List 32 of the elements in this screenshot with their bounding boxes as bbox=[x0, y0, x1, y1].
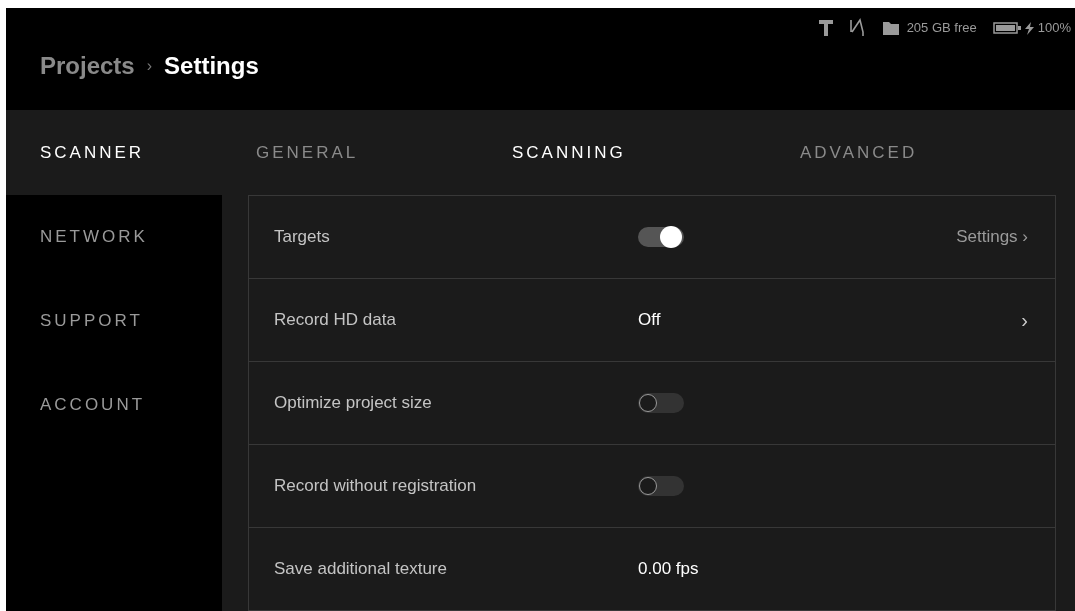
breadcrumb-link[interactable]: Projects bbox=[40, 48, 135, 84]
toggle-switch[interactable] bbox=[638, 393, 684, 413]
battery-icon bbox=[992, 22, 1021, 34]
sidebar-item[interactable]: SUPPORT bbox=[6, 279, 222, 363]
settings-row[interactable]: Record HD data Off › bbox=[249, 279, 1055, 362]
settings-row[interactable]: Record without registration bbox=[249, 445, 1055, 528]
sidebar-item[interactable]: NETWORK bbox=[6, 195, 222, 279]
setting-label: Record without registration bbox=[273, 475, 478, 498]
settings-row[interactable]: Save additional texture 0.00 fps bbox=[249, 528, 1055, 611]
settings-link[interactable]: Settings › bbox=[956, 224, 1028, 250]
sidebar-item[interactable]: ACCOUNT bbox=[6, 363, 222, 447]
setting-label: Record HD data bbox=[273, 309, 397, 332]
folder-icon bbox=[882, 21, 899, 35]
tab[interactable]: SCANNING bbox=[480, 110, 768, 195]
settings-row[interactable]: Targets Settings › bbox=[249, 196, 1055, 279]
text-icon bbox=[818, 20, 833, 36]
setting-label: Targets bbox=[273, 226, 331, 249]
setting-value: Off bbox=[638, 309, 661, 332]
setting-label: Save additional texture bbox=[273, 558, 448, 581]
battery-text: 100% bbox=[1037, 19, 1071, 38]
cable-icon bbox=[848, 18, 867, 38]
sidebar-item[interactable]: SCANNER bbox=[6, 110, 222, 195]
toggle-switch[interactable] bbox=[638, 227, 684, 247]
setting-value: 0.00 fps bbox=[638, 558, 699, 581]
toggle-switch[interactable] bbox=[638, 476, 684, 496]
storage-text: 205 GB free bbox=[906, 19, 977, 38]
settings-row[interactable]: Optimize project size bbox=[249, 362, 1055, 445]
chevron[interactable]: › bbox=[1021, 305, 1028, 335]
setting-label: Optimize project size bbox=[273, 392, 433, 415]
tab[interactable]: GENERAL bbox=[222, 110, 480, 195]
tab[interactable]: ADVANCED bbox=[768, 110, 968, 195]
breadcrumb-separator: › bbox=[146, 56, 153, 76]
